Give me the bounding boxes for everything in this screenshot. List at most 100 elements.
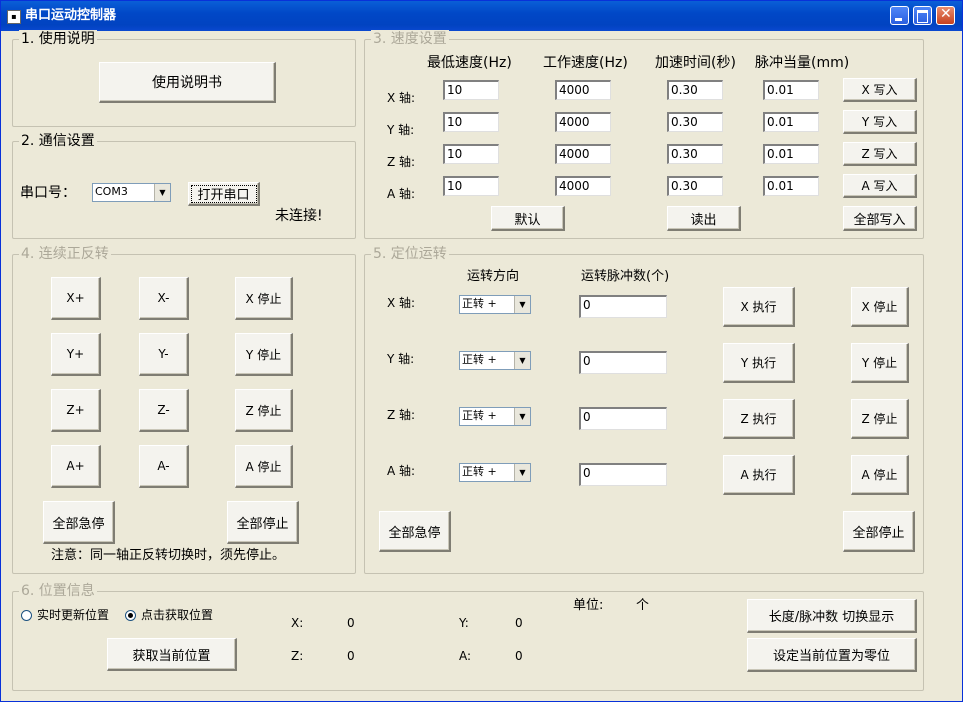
realtime-update-label[interactable]: 实时更新位置 <box>37 607 109 623</box>
speed-z-accel-input[interactable]: 0.30 <box>667 144 723 164</box>
port-select[interactable]: COM3 ▼ <box>92 183 171 202</box>
write-all-button[interactable]: 全部写入 <box>843 206 917 231</box>
pos-y-pulse-input[interactable]: 0 <box>579 351 667 374</box>
main-window: ▪ 串口运动控制器 ✕ 1. 使用说明 使用说明书 2. 通信设置 串口号： C… <box>0 0 963 702</box>
speed-z-min-input[interactable]: 10 <box>443 144 499 164</box>
y-stop-button[interactable]: Y 停止 <box>235 333 293 376</box>
speed-y-pulse-input[interactable]: 0.01 <box>763 112 819 132</box>
speed-z-work-input[interactable]: 4000 <box>555 144 611 164</box>
positioning-group-label: 5. 定位运转 <box>371 245 449 263</box>
accel-time-header: 加速时间(秒) <box>655 55 736 71</box>
get-position-button[interactable]: 获取当前位置 <box>107 638 237 671</box>
a-execute-button[interactable]: A 执行 <box>723 455 795 495</box>
pos-z-direction-select[interactable]: 正转 + ▼ <box>459 407 531 426</box>
chevron-down-icon[interactable]: ▼ <box>514 296 530 313</box>
chevron-down-icon[interactable]: ▼ <box>514 464 530 481</box>
positioning-stop-all-button[interactable]: 全部停止 <box>843 511 915 552</box>
y-minus-button[interactable]: Y- <box>139 333 189 376</box>
maximize-button[interactable] <box>913 6 932 25</box>
click-get-radio[interactable] <box>125 610 136 621</box>
z-stop-button[interactable]: Z 停止 <box>235 389 293 432</box>
speed-x-axis-label: X 轴: <box>387 91 416 105</box>
pos-a-direction-select[interactable]: 正转 + ▼ <box>459 463 531 482</box>
minimize-button[interactable] <box>890 6 909 25</box>
realtime-update-radio[interactable] <box>21 610 32 621</box>
write-a-button[interactable]: A 写入 <box>843 174 917 198</box>
pos-a-pulse-input[interactable]: 0 <box>579 463 667 486</box>
speed-x-min-input[interactable]: 10 <box>443 80 499 100</box>
speed-x-accel-input[interactable]: 0.30 <box>667 80 723 100</box>
y-plus-button[interactable]: Y+ <box>51 333 101 376</box>
chevron-down-icon[interactable]: ▼ <box>514 352 530 369</box>
position-group: 6. 位置信息 实时更新位置 点击获取位置 获取当前位置 X: 0 Z: 0 Y… <box>12 582 924 691</box>
x-plus-button[interactable]: X+ <box>51 277 101 320</box>
read-button[interactable]: 读出 <box>667 206 741 231</box>
pos-y-direction-select[interactable]: 正转 + ▼ <box>459 351 531 370</box>
pos-x-label: X: <box>291 616 304 630</box>
pos-z-axis-label: Z 轴: <box>387 408 416 422</box>
minimize-icon <box>895 18 902 21</box>
speed-a-min-input[interactable]: 10 <box>443 176 499 196</box>
pos-y-axis-label: Y 轴: <box>387 352 415 366</box>
a-stop-button[interactable]: A 停止 <box>235 445 293 488</box>
a-minus-button[interactable]: A- <box>139 445 189 488</box>
default-button[interactable]: 默认 <box>491 206 565 231</box>
manual-button[interactable]: 使用说明书 <box>99 62 276 103</box>
comm-group: 2. 通信设置 串口号： COM3 ▼ 打开串口 未连接! <box>12 132 356 239</box>
chevron-down-icon[interactable]: ▼ <box>154 184 170 201</box>
continuous-group: 4. 连续正反转 X+ X- X 停止 Y+ Y- Y 停止 Z+ Z- Z 停… <box>12 245 356 574</box>
close-icon: ✕ <box>940 6 952 22</box>
speed-y-accel-input[interactable]: 0.30 <box>667 112 723 132</box>
speed-a-work-input[interactable]: 4000 <box>555 176 611 196</box>
chevron-down-icon[interactable]: ▼ <box>514 408 530 425</box>
speed-z-pulse-input[interactable]: 0.01 <box>763 144 819 164</box>
z-execute-button[interactable]: Z 执行 <box>723 399 795 439</box>
title-bar[interactable]: ▪ 串口运动控制器 ✕ <box>1 1 962 31</box>
continuous-stop-all-button[interactable]: 全部停止 <box>227 501 299 544</box>
pos-z-stop-button[interactable]: Z 停止 <box>851 399 909 439</box>
continuous-estop-all-button[interactable]: 全部急停 <box>43 501 115 544</box>
open-port-button[interactable]: 打开串口 <box>188 182 260 206</box>
positioning-estop-all-button[interactable]: 全部急停 <box>379 511 451 552</box>
comm-group-label: 2. 通信设置 <box>19 132 97 150</box>
pos-z-pulse-input[interactable]: 0 <box>579 407 667 430</box>
pos-y-stop-button[interactable]: Y 停止 <box>851 343 909 383</box>
z-plus-button[interactable]: Z+ <box>51 389 101 432</box>
usage-group-label: 1. 使用说明 <box>19 30 97 48</box>
speed-y-min-input[interactable]: 10 <box>443 112 499 132</box>
pos-z-label: Z: <box>291 649 304 663</box>
z-minus-button[interactable]: Z- <box>139 389 189 432</box>
click-get-label[interactable]: 点击获取位置 <box>141 607 213 623</box>
work-speed-header: 工作速度(Hz) <box>543 55 628 71</box>
positioning-group: 5. 定位运转 运转方向 运转脉冲数(个) X 轴: 正转 + ▼ 0 X 执行 … <box>364 245 924 574</box>
write-z-button[interactable]: Z 写入 <box>843 142 917 166</box>
speed-x-work-input[interactable]: 4000 <box>555 80 611 100</box>
write-x-button[interactable]: X 写入 <box>843 78 917 102</box>
pos-a-axis-label: A 轴: <box>387 464 416 478</box>
maximize-icon <box>917 10 928 23</box>
write-y-button[interactable]: Y 写入 <box>843 110 917 134</box>
x-minus-button[interactable]: X- <box>139 277 189 320</box>
a-plus-button[interactable]: A+ <box>51 445 101 488</box>
x-execute-button[interactable]: X 执行 <box>723 287 795 327</box>
pos-x-stop-button[interactable]: X 停止 <box>851 287 909 327</box>
speed-a-accel-input[interactable]: 0.30 <box>667 176 723 196</box>
window-title: 串口运动控制器 <box>25 8 117 23</box>
pos-z-value: 0 <box>347 649 355 663</box>
speed-a-pulse-input[interactable]: 0.01 <box>763 176 819 196</box>
continuous-note: 注意：同一轴正反转切换时，须先停止。 <box>51 548 286 563</box>
app-icon[interactable]: ▪ <box>7 10 21 24</box>
y-execute-button[interactable]: Y 执行 <box>723 343 795 383</box>
pos-x-pulse-input[interactable]: 0 <box>579 295 667 318</box>
pos-y-direction-value: 正转 + <box>462 353 497 366</box>
speed-y-work-input[interactable]: 4000 <box>555 112 611 132</box>
toggle-display-button[interactable]: 长度/脉冲数 切换显示 <box>747 599 917 633</box>
pos-a-stop-button[interactable]: A 停止 <box>851 455 909 495</box>
close-button[interactable]: ✕ <box>936 6 955 25</box>
speed-z-axis-label: Z 轴: <box>387 155 416 169</box>
speed-group-label: 3. 速度设置 <box>371 30 449 48</box>
x-stop-button[interactable]: X 停止 <box>235 277 293 320</box>
pos-x-direction-select[interactable]: 正转 + ▼ <box>459 295 531 314</box>
speed-x-pulse-input[interactable]: 0.01 <box>763 80 819 100</box>
set-zero-button[interactable]: 设定当前位置为零位 <box>747 638 917 672</box>
